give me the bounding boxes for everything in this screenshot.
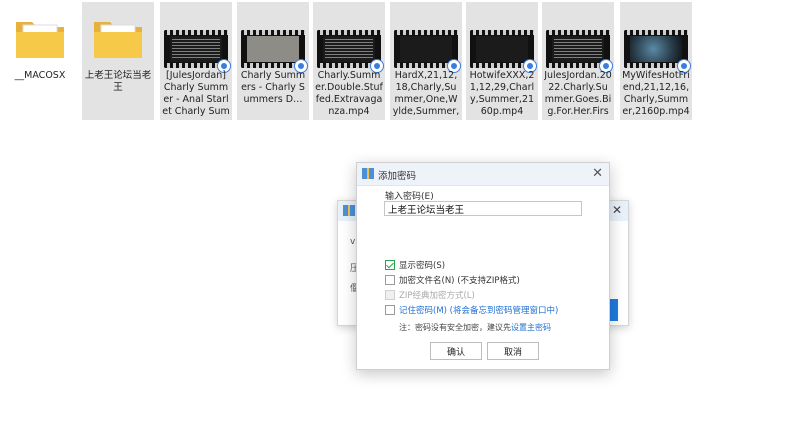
file-item-video[interactable]: HardX,21,12,18,Charly,Summer,One,Wylde,S… <box>390 2 462 120</box>
folder-icon <box>94 22 142 58</box>
encrypt-filenames-checkbox[interactable] <box>385 275 395 285</box>
background-dialog-text: v <box>350 237 356 247</box>
remember-password-label[interactable]: 记住密码(M) (将会备忘到密码管理窗口中) <box>399 304 558 316</box>
folder-icon <box>16 22 64 58</box>
file-item-video[interactable]: Charly.Summer.Double.Stuffed.Extravaganz… <box>313 2 385 120</box>
file-name: JulesJordan.2022.Charly.Summer.Goes.Big.… <box>544 70 612 117</box>
file-name: HotwifeXXX,21,12,29,Charly,Summer,2160p.… <box>469 70 535 117</box>
remember-password-checkbox[interactable] <box>385 305 395 315</box>
confirm-button[interactable]: 确认 <box>430 342 482 360</box>
video-thumbnail <box>470 30 537 73</box>
password-input[interactable] <box>384 201 582 216</box>
file-name: Charly.Summer.Double.Stuffed.Extravaganz… <box>315 70 383 117</box>
show-password-label[interactable]: 显示密码(S) <box>399 259 445 271</box>
video-thumbnail <box>164 30 231 73</box>
file-item-video[interactable]: [JulesJordan] Charly Summer - Anal Starl… <box>160 2 232 120</box>
cancel-button[interactable]: 取消 <box>487 342 539 360</box>
file-name: [JulesJordan] Charly Summer - Anal Starl… <box>162 70 230 117</box>
security-note: 注：密码没有安全加密，建议先设置主密码 <box>399 322 551 333</box>
video-thumbnail <box>394 30 461 73</box>
file-item-macosx[interactable]: __MACOSX <box>4 2 76 120</box>
archive-icon <box>343 205 355 216</box>
set-master-password-link[interactable]: 设置主密码 <box>511 323 551 332</box>
security-note-text: 注：密码没有安全加密，建议先 <box>399 323 511 332</box>
dialog-titlebar: 添加密码 ✕ <box>357 163 609 186</box>
file-item-video[interactable]: Charly Summers - Charly Summers D… <box>237 2 309 120</box>
zip-legacy-label: ZIP经典加密方式(L) <box>399 291 475 301</box>
file-item-video[interactable]: MyWifesHotFriend,21,12,16,Charly,Summer,… <box>620 2 692 120</box>
file-name: 上老王论坛当老王 <box>84 70 152 93</box>
show-password-checkbox[interactable] <box>385 260 395 270</box>
archive-icon <box>362 168 374 179</box>
file-item-folder[interactable]: 上老王论坛当老王 <box>82 2 154 120</box>
file-item-video[interactable]: JulesJordan.2022.Charly.Summer.Goes.Big.… <box>542 2 614 120</box>
file-name: MyWifesHotFriend,21,12,16,Charly,Summer,… <box>622 70 690 117</box>
file-name: Charly Summers - Charly Summers D… <box>240 70 306 105</box>
file-grid: __MACOSX 上老王论坛当老王 [JulesJordan] Charly S… <box>0 0 800 122</box>
video-thumbnail <box>624 30 691 73</box>
dialog-title: 添加密码 <box>378 171 417 182</box>
close-icon[interactable]: ✕ <box>592 166 603 181</box>
file-item-video[interactable]: HotwifeXXX,21,12,29,Charly,Summer,2160p.… <box>466 2 538 120</box>
encrypt-filenames-label[interactable]: 加密文件名(N) (不支持ZIP格式) <box>399 274 520 286</box>
file-name: __MACOSX <box>14 70 66 81</box>
close-icon[interactable]: ✕ <box>612 203 622 217</box>
video-thumbnail <box>546 30 613 73</box>
file-name: HardX,21,12,18,Charly,Summer,One,Wylde,S… <box>392 70 460 117</box>
video-thumbnail <box>317 30 384 73</box>
zip-legacy-checkbox <box>385 290 395 300</box>
video-thumbnail <box>241 30 308 73</box>
add-password-dialog: 添加密码 ✕ 输入密码(E) 显示密码(S) 加密文件名(N) (不支持ZIP格… <box>356 162 610 370</box>
